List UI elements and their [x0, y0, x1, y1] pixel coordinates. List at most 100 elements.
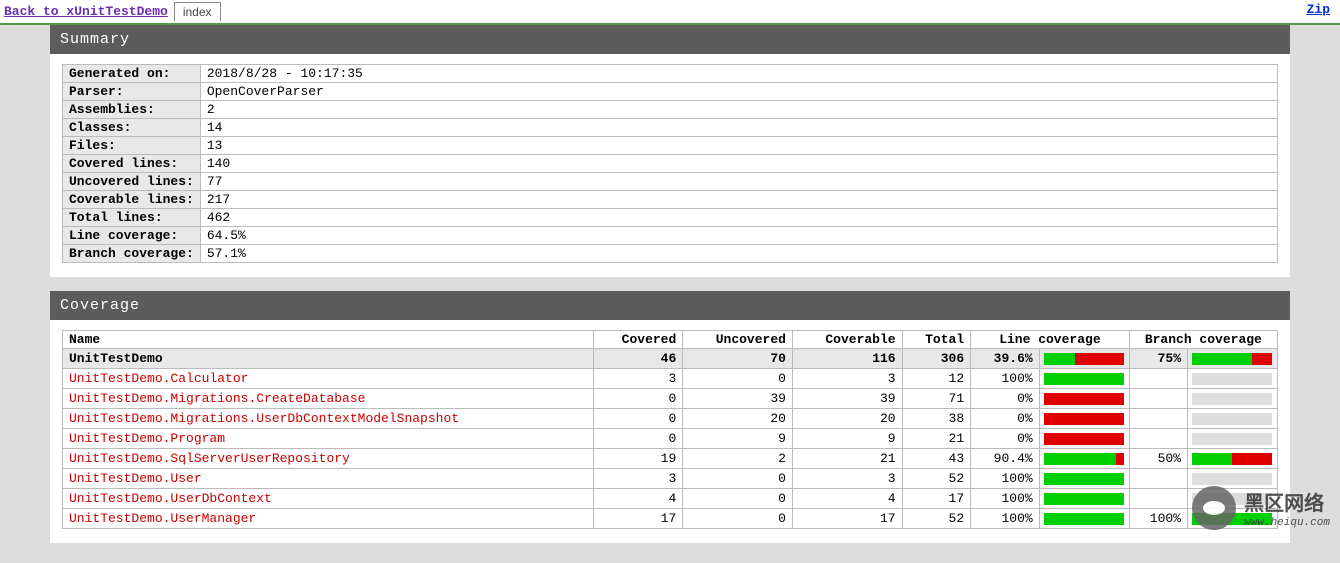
cell-total: 38 — [902, 409, 971, 429]
cell-line-pct: 100% — [971, 369, 1040, 389]
cell-branch-pct: 50% — [1129, 449, 1187, 469]
line-coverage-bar — [1039, 489, 1129, 509]
cell-uncovered: 70 — [683, 349, 793, 369]
summary-value: 2018/8/28 - 10:17:35 — [200, 65, 1277, 83]
branch-coverage-bar — [1188, 409, 1278, 429]
cell-line-pct: 0% — [971, 389, 1040, 409]
class-link[interactable]: UnitTestDemo.Calculator — [69, 371, 248, 386]
col-name[interactable]: Name — [63, 331, 594, 349]
cell-covered: 19 — [594, 449, 683, 469]
col-branch-coverage[interactable]: Branch coverage — [1129, 331, 1277, 349]
summary-value: 64.5% — [200, 227, 1277, 245]
cell-total: 21 — [902, 429, 971, 449]
summary-label: Files: — [63, 137, 201, 155]
cell-covered: 17 — [594, 509, 683, 529]
zip-link[interactable]: Zip — [1307, 2, 1336, 17]
class-link[interactable]: UnitTestDemo.User — [69, 471, 202, 486]
cell-uncovered: 39 — [683, 389, 793, 409]
summary-label: Total lines: — [63, 209, 201, 227]
cell-coverable: 116 — [792, 349, 902, 369]
cell-coverable: 3 — [792, 469, 902, 489]
cell-branch-pct — [1129, 389, 1187, 409]
class-row: UnitTestDemo.User 3 0 3 52 100% — [63, 469, 1278, 489]
cell-branch-pct — [1129, 369, 1187, 389]
branch-coverage-bar — [1188, 349, 1278, 369]
line-coverage-bar — [1039, 449, 1129, 469]
class-link[interactable]: UnitTestDemo.Migrations.UserDbContextMod… — [69, 411, 459, 426]
branch-coverage-bar — [1188, 429, 1278, 449]
summary-label: Assemblies: — [63, 101, 201, 119]
summary-row: Covered lines:140 — [63, 155, 1278, 173]
assembly-row[interactable]: UnitTestDemo 46 70 116 306 39.6% 75% — [63, 349, 1278, 369]
summary-value: 462 — [200, 209, 1277, 227]
class-row: UnitTestDemo.Calculator 3 0 3 12 100% — [63, 369, 1278, 389]
col-uncovered[interactable]: Uncovered — [683, 331, 793, 349]
coverage-table: Name Covered Uncovered Coverable Total L… — [62, 330, 1278, 529]
cell-line-pct: 100% — [971, 469, 1040, 489]
assembly-name: UnitTestDemo — [63, 349, 594, 369]
summary-row: Total lines:462 — [63, 209, 1278, 227]
cell-line-pct: 100% — [971, 509, 1040, 529]
class-row: UnitTestDemo.UserDbContext 4 0 4 17 100% — [63, 489, 1278, 509]
cell-total: 306 — [902, 349, 971, 369]
cell-coverable: 21 — [792, 449, 902, 469]
summary-row: Branch coverage:57.1% — [63, 245, 1278, 263]
back-link[interactable]: Back to xUnitTestDemo — [4, 4, 168, 19]
cell-branch-pct — [1129, 469, 1187, 489]
cell-uncovered: 0 — [683, 509, 793, 529]
line-coverage-bar — [1039, 369, 1129, 389]
cell-coverable: 20 — [792, 409, 902, 429]
summary-label: Uncovered lines: — [63, 173, 201, 191]
line-coverage-bar — [1039, 429, 1129, 449]
class-link[interactable]: UnitTestDemo.UserDbContext — [69, 491, 272, 506]
summary-value: 2 — [200, 101, 1277, 119]
summary-value: 77 — [200, 173, 1277, 191]
line-coverage-bar — [1039, 509, 1129, 529]
cell-branch-pct: 75% — [1129, 349, 1187, 369]
summary-value: 13 — [200, 137, 1277, 155]
page-content: Summary Generated on:2018/8/28 - 10:17:3… — [0, 25, 1340, 563]
cell-total: 52 — [902, 509, 971, 529]
cell-uncovered: 20 — [683, 409, 793, 429]
class-row: UnitTestDemo.Program 0 9 9 21 0% — [63, 429, 1278, 449]
cell-covered: 0 — [594, 389, 683, 409]
summary-body: Generated on:2018/8/28 - 10:17:35Parser:… — [50, 54, 1290, 277]
cell-line-pct: 39.6% — [971, 349, 1040, 369]
cell-covered: 4 — [594, 489, 683, 509]
cell-line-pct: 90.4% — [971, 449, 1040, 469]
coverage-body: Name Covered Uncovered Coverable Total L… — [50, 320, 1290, 543]
summary-value: 217 — [200, 191, 1277, 209]
class-row: UnitTestDemo.Migrations.UserDbContextMod… — [63, 409, 1278, 429]
cell-covered: 0 — [594, 429, 683, 449]
class-link[interactable]: UnitTestDemo.Migrations.CreateDatabase — [69, 391, 365, 406]
cell-coverable: 9 — [792, 429, 902, 449]
summary-row: Generated on:2018/8/28 - 10:17:35 — [63, 65, 1278, 83]
summary-label: Coverable lines: — [63, 191, 201, 209]
top-bar: Back to xUnitTestDemo index Zip — [0, 0, 1340, 25]
class-link[interactable]: UnitTestDemo.UserManager — [69, 511, 256, 526]
summary-row: Classes:14 — [63, 119, 1278, 137]
cell-coverable: 3 — [792, 369, 902, 389]
cell-total: 71 — [902, 389, 971, 409]
summary-label: Generated on: — [63, 65, 201, 83]
summary-row: Assemblies:2 — [63, 101, 1278, 119]
cell-branch-pct: 100% — [1129, 509, 1187, 529]
class-link[interactable]: UnitTestDemo.SqlServerUserRepository — [69, 451, 350, 466]
col-line-coverage[interactable]: Line coverage — [971, 331, 1130, 349]
tab-index[interactable]: index — [174, 2, 221, 21]
col-coverable[interactable]: Coverable — [792, 331, 902, 349]
cell-coverable: 39 — [792, 389, 902, 409]
col-total[interactable]: Total — [902, 331, 971, 349]
branch-coverage-bar — [1188, 489, 1278, 509]
line-coverage-bar — [1039, 469, 1129, 489]
cell-uncovered: 0 — [683, 489, 793, 509]
cell-total: 12 — [902, 369, 971, 389]
col-covered[interactable]: Covered — [594, 331, 683, 349]
summary-row: Parser:OpenCoverParser — [63, 83, 1278, 101]
summary-label: Parser: — [63, 83, 201, 101]
coverage-header: Coverage — [50, 291, 1290, 320]
class-link[interactable]: UnitTestDemo.Program — [69, 431, 225, 446]
cell-covered: 3 — [594, 469, 683, 489]
summary-label: Classes: — [63, 119, 201, 137]
branch-coverage-bar — [1188, 449, 1278, 469]
